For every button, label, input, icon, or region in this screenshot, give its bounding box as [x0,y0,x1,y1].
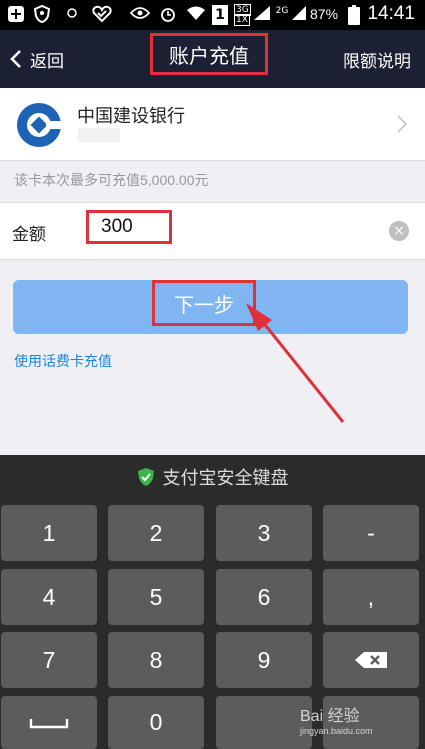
keyboard-header: 支付宝安全键盘 [0,455,425,499]
signal-label-bottom: 1X [234,14,250,26]
nav-bar: 返回 账户充值 限额说明 [0,30,425,88]
alarm-icon [158,5,178,25]
baidu-watermark: Bai 经验 jingyan.baidu.com [300,702,373,736]
back-button[interactable]: 返回 [10,30,64,88]
key-decimal[interactable] [216,696,312,749]
status-bar: 1 3G 1X 2G 87% 14:41 [0,0,425,30]
key-8[interactable]: 8 [108,632,204,688]
signal-bars-icon [252,5,272,25]
brightness-icon [62,5,82,25]
key-7[interactable]: 7 [1,632,97,688]
sim-badge: 1 [212,5,228,25]
next-step-button[interactable]: 下一步 [13,280,408,334]
key-2[interactable]: 2 [108,505,204,561]
key-backspace[interactable] [323,632,419,688]
backspace-icon [355,652,387,668]
limit-info-link[interactable]: 限额说明 [343,30,411,88]
key-minus[interactable]: - [323,505,419,561]
next-step-label: 下一步 [152,280,256,326]
key-6[interactable]: 6 [216,569,312,625]
limit-note: 该卡本次最多可充值5,000.00元 [14,172,209,188]
clock-time: 14:41 [367,3,415,24]
eye-icon [129,5,151,25]
key-1[interactable]: 1 [1,505,97,561]
battery-percent: 87% [310,6,339,22]
key-9[interactable]: 9 [216,632,312,688]
signal-2g-label: 2G [275,6,289,16]
amount-label: 金额 [12,225,46,245]
security-shield-icon [137,468,154,486]
page-title: 账户充值 [150,33,268,75]
amount-row: 金额 300 × [0,202,425,260]
key-4[interactable]: 4 [1,569,97,625]
check-heart-icon [92,5,112,25]
ccb-logo-icon [17,103,62,147]
back-label: 返回 [30,51,64,72]
phone-card-topup-link[interactable]: 使用话费卡充值 [14,351,112,371]
wifi-icon [186,5,206,25]
add-notification-icon [6,5,26,25]
card-number-redacted [78,128,120,142]
bank-card-selector[interactable]: 中国建设银行 [0,88,425,161]
amount-input[interactable]: 300 [86,210,172,244]
bank-name: 中国建设银行 [77,106,185,127]
clear-icon[interactable]: × [389,221,409,241]
space-bar-icon [29,718,69,728]
signal-bars-2-icon [290,5,308,25]
key-comma[interactable]: , [323,569,419,625]
watermark-main: Bai 经验 [300,708,360,725]
battery-icon [344,5,364,25]
key-3[interactable]: 3 [216,505,312,561]
chevron-right-icon [397,115,407,133]
keyboard-header-label: 支付宝安全键盘 [162,468,289,489]
key-5[interactable]: 5 [108,569,204,625]
shield-notification-icon [32,4,52,25]
watermark-sub: jingyan.baidu.com [300,726,373,736]
key-space[interactable] [1,696,97,749]
key-0[interactable]: 0 [108,696,204,749]
chevron-left-icon [10,50,21,68]
